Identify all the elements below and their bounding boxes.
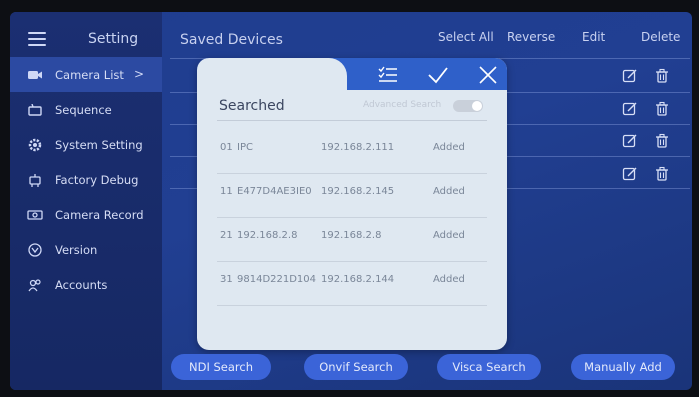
device-row-actions xyxy=(622,133,682,149)
search-result-row[interactable]: 31 9814D221D104 192.168.2.144 Added xyxy=(217,261,487,306)
sidebar-item-version[interactable]: Version xyxy=(10,232,162,267)
result-index: 11 xyxy=(220,186,233,197)
result-name: E477D4AE3IE0 xyxy=(237,186,312,197)
manually-add-button[interactable]: Manually Add xyxy=(571,354,675,380)
sidebar-item-label: Version xyxy=(55,242,98,257)
checklist-icon[interactable] xyxy=(377,64,399,86)
confirm-check-icon[interactable] xyxy=(427,64,449,86)
ndi-search-button[interactable]: NDI Search xyxy=(171,354,271,380)
dialog-divider xyxy=(217,120,487,121)
accounts-icon xyxy=(27,277,43,293)
trash-icon[interactable] xyxy=(654,166,670,182)
sidebar: Setting Camera List > Sequence System Se… xyxy=(10,12,162,390)
camera-icon xyxy=(27,67,43,83)
advanced-search-toggle[interactable] xyxy=(453,100,483,112)
result-status: Added xyxy=(433,230,465,241)
result-ip: 192.168.2.8 xyxy=(321,230,382,241)
edit-icon[interactable] xyxy=(622,101,638,117)
result-status: Added xyxy=(433,274,465,285)
chevron-right-icon: > xyxy=(134,67,145,81)
search-result-row[interactable]: 01 IPC 192.168.2.111 Added xyxy=(217,129,487,174)
result-index: 01 xyxy=(220,142,233,153)
result-name: 9814D221D104 xyxy=(237,274,317,285)
onvif-search-button[interactable]: Onvif Search xyxy=(304,354,408,380)
sidebar-item-label: Camera List xyxy=(55,67,124,82)
result-ip: 192.168.2.144 xyxy=(321,274,395,285)
trash-icon[interactable] xyxy=(654,133,670,149)
sidebar-item-camera-record[interactable]: Camera Record xyxy=(10,197,162,232)
result-index: 31 xyxy=(220,274,233,285)
search-result-row[interactable]: 11 E477D4AE3IE0 192.168.2.145 Added xyxy=(217,173,487,218)
reverse-button[interactable]: Reverse xyxy=(507,30,555,44)
sidebar-title: Setting xyxy=(88,31,139,47)
trash-icon[interactable] xyxy=(654,101,670,117)
result-name: 192.168.2.8 xyxy=(237,230,298,241)
trash-icon[interactable] xyxy=(654,68,670,84)
sequence-icon xyxy=(27,102,43,118)
edit-icon[interactable] xyxy=(622,133,638,149)
sidebar-item-sequence[interactable]: Sequence xyxy=(10,92,162,127)
advanced-search-label: Advanced Search xyxy=(363,100,442,110)
result-ip: 192.168.2.111 xyxy=(321,142,395,153)
sidebar-nav: Camera List > Sequence System Setting Fa… xyxy=(10,57,162,302)
robot-icon xyxy=(27,172,43,188)
delete-button[interactable]: Delete xyxy=(641,30,680,44)
menu-icon[interactable] xyxy=(28,32,46,46)
result-status: Added xyxy=(433,142,465,153)
device-row-actions xyxy=(622,68,682,84)
edit-icon[interactable] xyxy=(622,166,638,182)
dialog-header-tab xyxy=(197,58,347,98)
sidebar-item-label: System Setting xyxy=(55,137,143,152)
device-row-actions xyxy=(622,166,682,182)
device-screen: Setting Camera List > Sequence System Se… xyxy=(10,12,692,390)
search-dialog: Searched Advanced Search 01 IPC 192.168.… xyxy=(197,58,507,350)
select-all-button[interactable]: Select All xyxy=(438,30,494,44)
sidebar-item-accounts[interactable]: Accounts xyxy=(10,267,162,302)
sidebar-item-factory-debug[interactable]: Factory Debug xyxy=(10,162,162,197)
edit-button[interactable]: Edit xyxy=(582,30,605,44)
version-icon xyxy=(27,242,43,258)
visca-search-button[interactable]: Visca Search xyxy=(437,354,541,380)
sidebar-item-label: Accounts xyxy=(55,277,108,292)
edit-icon[interactable] xyxy=(622,68,638,84)
device-row-actions xyxy=(622,101,682,117)
search-result-row[interactable]: 21 192.168.2.8 192.168.2.8 Added xyxy=(217,217,487,262)
sidebar-item-label: Sequence xyxy=(55,102,112,117)
sidebar-item-camera-list[interactable]: Camera List > xyxy=(10,57,162,92)
sidebar-item-label: Camera Record xyxy=(55,207,144,222)
sidebar-item-label: Factory Debug xyxy=(55,172,139,187)
record-icon xyxy=(27,207,43,223)
page-title: Saved Devices xyxy=(180,32,283,48)
result-ip: 192.168.2.145 xyxy=(321,186,395,197)
result-status: Added xyxy=(433,186,465,197)
dialog-title: Searched xyxy=(219,98,285,114)
sidebar-header: Setting xyxy=(10,26,162,52)
gear-icon xyxy=(27,137,43,153)
result-index: 21 xyxy=(220,230,233,241)
close-icon[interactable] xyxy=(477,64,499,86)
sidebar-item-system-setting[interactable]: System Setting xyxy=(10,127,162,162)
result-name: IPC xyxy=(237,142,253,153)
